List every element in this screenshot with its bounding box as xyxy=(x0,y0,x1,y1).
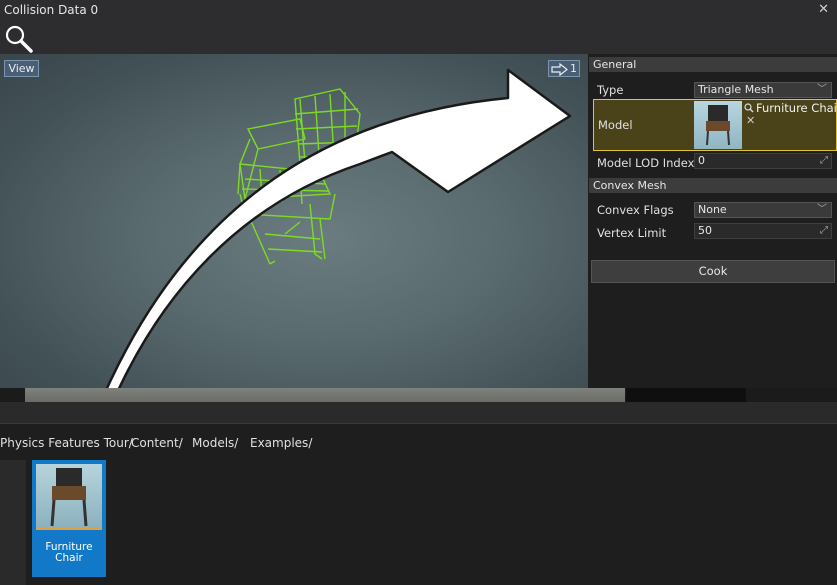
breadcrumb: Physics Features Tour/ Content/ Models/ … xyxy=(0,430,837,458)
model-viewport[interactable]: View 1 xyxy=(0,54,588,388)
lod-index-field[interactable]: 0 ⤢ xyxy=(694,153,832,169)
title-bar: Collision Data 0 ✕ xyxy=(0,0,837,22)
type-label: Type xyxy=(597,83,624,97)
model-asset-name: Furniture Chair xyxy=(756,101,837,115)
properties-panel: General Type Triangle Mesh ﹀ Model Furni… xyxy=(589,54,837,388)
vertex-limit-label: Vertex Limit xyxy=(597,226,667,240)
chevron-down-icon: ﹀ xyxy=(817,204,827,215)
breadcrumb-item[interactable]: Physics Features Tour/ xyxy=(0,436,133,450)
asset-type-bar xyxy=(36,527,102,530)
status-bar xyxy=(0,402,837,424)
magnifier-icon[interactable] xyxy=(4,24,34,54)
window-title: Collision Data 0 xyxy=(4,3,99,17)
find-asset-icon[interactable] xyxy=(744,103,754,113)
chair-thumbnail-icon xyxy=(50,468,88,527)
convex-mesh-group-header[interactable]: Convex Mesh xyxy=(589,178,837,193)
close-icon[interactable]: ✕ xyxy=(818,2,829,17)
chair-thumbnail-icon xyxy=(706,105,730,146)
clear-model-icon[interactable]: ✕ xyxy=(746,114,755,127)
model-thumbnail[interactable] xyxy=(694,101,742,149)
convex-flags-label: Convex Flags xyxy=(597,203,674,217)
ground-strip xyxy=(25,388,625,402)
lod-label: Model LOD Index xyxy=(597,156,695,170)
model-label: Model xyxy=(598,118,633,132)
toolbar xyxy=(0,22,837,54)
type-value: Triangle Mesh xyxy=(698,83,774,96)
model-field-row[interactable]: Model Furniture Chair ✕ xyxy=(593,99,837,151)
folder-tree[interactable] xyxy=(0,460,26,585)
cook-button[interactable]: Cook xyxy=(591,260,835,283)
breadcrumb-item[interactable]: Models/ xyxy=(192,436,238,450)
breadcrumb-item[interactable]: Content/ xyxy=(131,436,183,450)
breadcrumb-item[interactable]: Examples/ xyxy=(250,436,312,450)
vertex-limit-value: 50 xyxy=(698,224,712,237)
convex-flags-dropdown[interactable]: None ﹀ xyxy=(694,202,832,218)
asset-label: Furniture Chair xyxy=(45,541,93,564)
collision-data-window: Collision Data 0 ✕ View 1 General Type T… xyxy=(0,0,837,585)
convex-flags-value: None xyxy=(698,203,727,216)
viewport-footer xyxy=(0,388,837,402)
chevron-down-icon: ﹀ xyxy=(817,84,827,95)
dark-strip xyxy=(626,388,746,402)
asset-tile-furniture-chair[interactable]: Furniture Chair xyxy=(32,460,106,577)
annotation-arrow-icon xyxy=(105,68,572,388)
asset-thumbnail xyxy=(36,464,102,530)
type-dropdown[interactable]: Triangle Mesh ﹀ xyxy=(694,82,832,98)
expand-icon[interactable]: ⤢ xyxy=(820,224,828,238)
lod-index-value: 0 xyxy=(698,154,705,167)
content-browser: Furniture Chair xyxy=(0,460,837,585)
expand-icon[interactable]: ⤢ xyxy=(820,154,828,168)
vertex-limit-field[interactable]: 50 ⤢ xyxy=(694,223,832,239)
general-group-header[interactable]: General xyxy=(589,57,837,72)
